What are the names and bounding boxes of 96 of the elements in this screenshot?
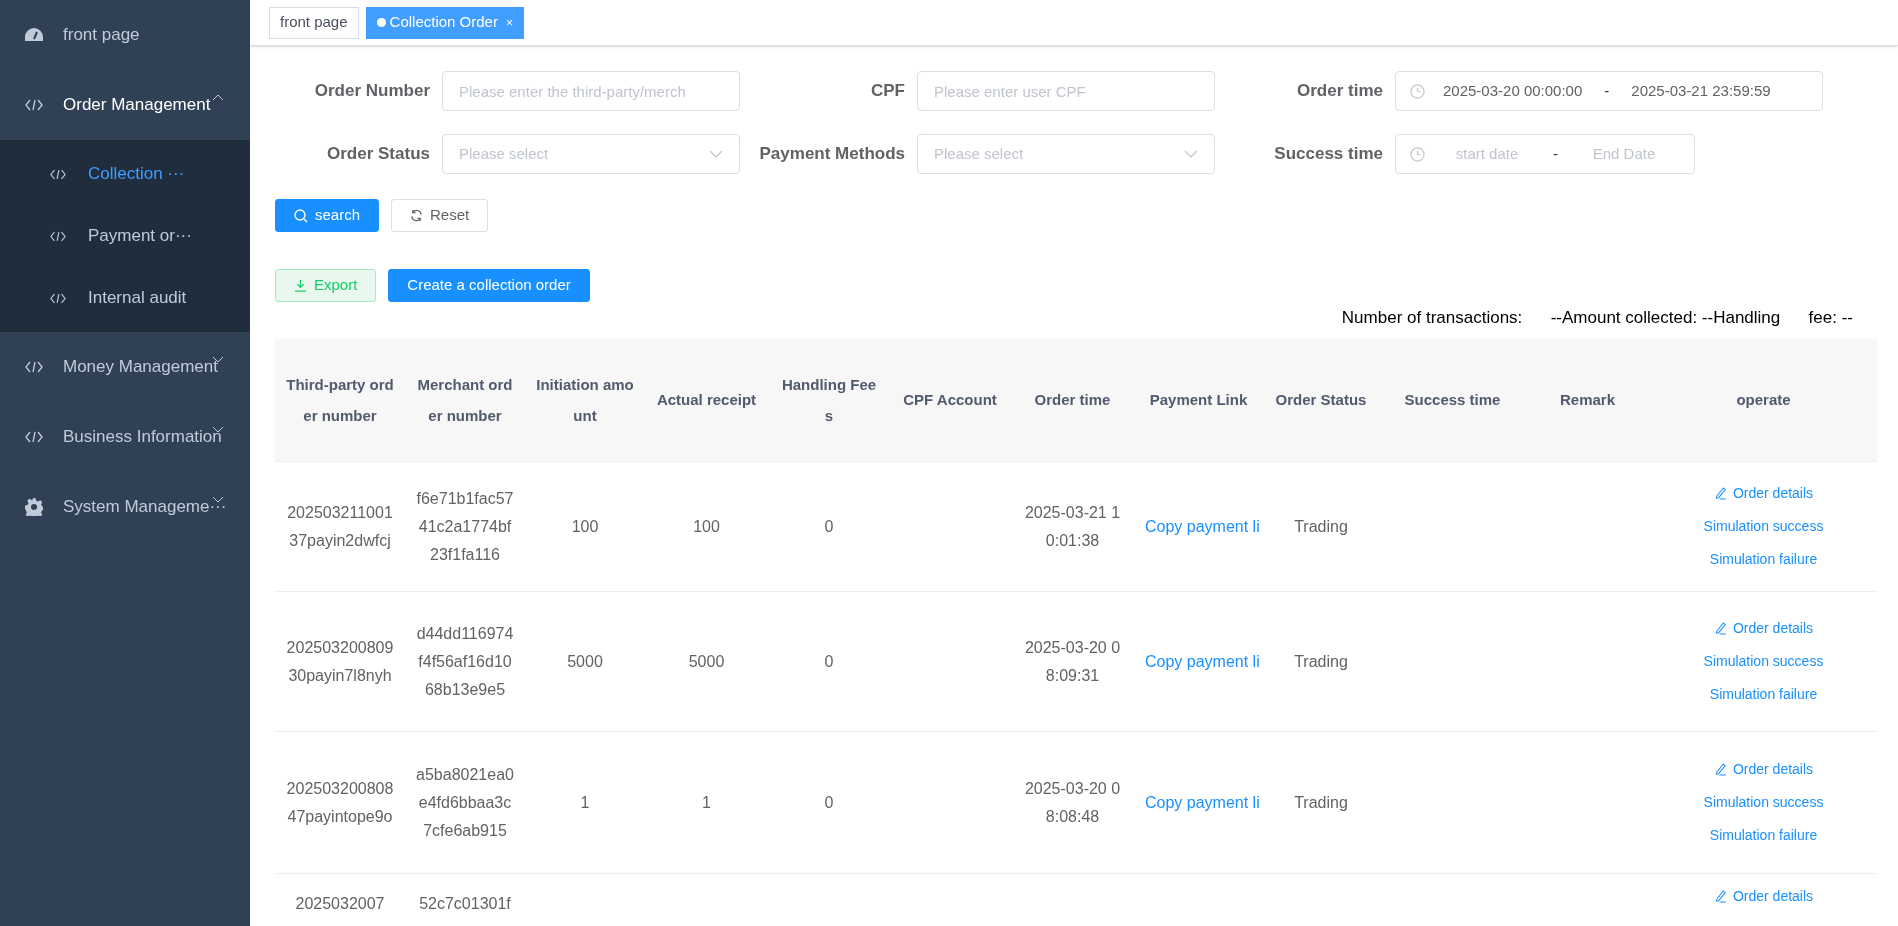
text-field[interactable]: Please enter user CPF (917, 71, 1215, 111)
action-link[interactable]: Simulation failure (1709, 684, 1818, 705)
code-icon (25, 361, 43, 373)
action-link[interactable]: Simulation success (1703, 651, 1824, 672)
table-cell: 1 (525, 731, 645, 874)
column-header: operate (1650, 338, 1877, 462)
close-icon[interactable]: × (505, 13, 513, 32)
copy-link[interactable]: Copy payment li (1135, 591, 1262, 732)
refresh-icon (410, 209, 424, 222)
action-link[interactable]: Simulation success (1703, 792, 1824, 813)
table-cell: 0 (768, 461, 890, 592)
download-icon (294, 279, 307, 292)
action-link[interactable]: Order details (1713, 759, 1814, 780)
column-header: CPF Account (890, 338, 1010, 462)
menu-item[interactable]: System Manageme··· (0, 472, 250, 542)
clock-icon (1410, 83, 1425, 99)
clock-icon (1410, 146, 1425, 162)
gear-icon (25, 498, 43, 516)
search-icon (294, 208, 308, 223)
select-field[interactable]: Please select (442, 134, 740, 174)
table-cell: 0 (768, 591, 890, 732)
menu-item[interactable]: Business Information (0, 402, 250, 472)
search-button[interactable]: search (275, 199, 380, 232)
code-icon (50, 292, 66, 304)
table-cell: 2025032007 (275, 873, 405, 926)
table-cell: 5000 (645, 591, 768, 732)
column-header: Remark (1525, 338, 1650, 462)
column-header: Order time (1010, 338, 1135, 462)
code-icon (25, 99, 43, 111)
column-header: Initiation amount (525, 338, 645, 462)
dashboard-icon (25, 28, 43, 42)
table-cell: 2025-03-20 08:09:31 (1010, 591, 1135, 732)
column-header: Merchant order number (405, 338, 525, 462)
copy-link[interactable]: Copy payment li (1135, 461, 1262, 592)
field-label: Order Status (327, 143, 430, 166)
table-cell: 2025-03-21 10:01:38 (1010, 461, 1135, 592)
table-cell: a5ba8021ea0e4fd6bbaa3c7cfe6ab915 (405, 731, 525, 874)
chevron-down-icon (1184, 150, 1198, 158)
tab[interactable]: Collection Order × (365, 6, 524, 39)
submenu-item[interactable]: Payment or··· (0, 205, 250, 267)
table-cell: 52c7c01301f (405, 873, 525, 926)
action-link[interactable]: Simulation success (1703, 516, 1824, 537)
chevron-up-icon (212, 94, 224, 101)
code-icon (25, 431, 43, 443)
action-link[interactable]: Order details (1713, 483, 1814, 504)
edit-icon (1713, 622, 1727, 635)
table-cell: Trading (1262, 461, 1380, 592)
table-cell: Trading (1262, 591, 1380, 732)
date-range-field[interactable]: 2025-03-20 00:00:00 - 2025-03-21 23:59:59 (1395, 71, 1823, 111)
table-cell: d44dd116974f4f56af16d1068b13e9e5 (405, 591, 525, 732)
select-field[interactable]: Please select (917, 134, 1215, 174)
edit-icon (1713, 890, 1727, 903)
edit-icon (1713, 763, 1727, 776)
action-link[interactable]: Order details (1713, 886, 1814, 907)
edit-icon (1713, 487, 1727, 500)
action-link[interactable]: Order details (1713, 618, 1814, 639)
column-header: Payment Link (1135, 338, 1262, 462)
field-label: Success time (1274, 143, 1383, 166)
field-label: Order Number (314, 80, 430, 103)
menu-item[interactable]: Order Management (0, 70, 250, 140)
table-cell: 100 (525, 461, 645, 592)
submenu-item[interactable]: Collection ··· (0, 143, 250, 205)
column-header: Order Status (1262, 338, 1380, 462)
column-header: Actual receipt (645, 338, 768, 462)
summary-text: Number of transactions: --Amount collected: --Handling fee: -- (1341, 307, 1853, 329)
table-cell: 5000 (525, 591, 645, 732)
field-label: Order time (1297, 80, 1383, 103)
action-link[interactable]: Simulation failure (1709, 825, 1818, 846)
table-cell: 20250320080930payin7l8nyh (275, 591, 405, 732)
table-cell: 20250321100137payin2dwfcj (275, 461, 405, 592)
reset-button[interactable]: Reset (391, 199, 489, 232)
table-cell: 0 (768, 731, 890, 874)
table-cell: f6e71b1fac5741c2a1774bf23f1fa116 (405, 461, 525, 592)
chevron-down-icon (709, 150, 723, 158)
table-cell: 20250320080847payintope9o (275, 731, 405, 874)
create-order-button[interactable]: Create a collection order (388, 269, 590, 302)
column-header: Success time (1380, 338, 1525, 462)
menu-item[interactable]: front page (0, 0, 250, 70)
field-label: Payment Methods (759, 143, 905, 166)
date-range-field[interactable]: start date - End Date (1395, 134, 1695, 174)
submenu-item[interactable]: Internal audit (0, 267, 250, 329)
table-cell: 2025-03-20 08:08:48 (1010, 731, 1135, 874)
copy-link[interactable]: Copy payment li (1135, 731, 1262, 874)
code-icon (50, 230, 66, 242)
table-cell: Trading (1262, 731, 1380, 874)
code-icon (50, 168, 66, 180)
action-link[interactable]: Simulation failure (1709, 549, 1818, 570)
column-header: Third-party order number (275, 338, 405, 462)
text-field[interactable]: Please enter the third-party/merch (442, 71, 740, 111)
column-header: Handling Fees (768, 338, 890, 462)
tab[interactable]: front page (269, 6, 359, 39)
export-button[interactable]: Export (275, 269, 377, 302)
menu-item[interactable]: Money Management (0, 332, 250, 402)
table-cell: 100 (645, 461, 768, 592)
field-label: CPF (871, 80, 905, 103)
table-cell: 1 (645, 731, 768, 874)
